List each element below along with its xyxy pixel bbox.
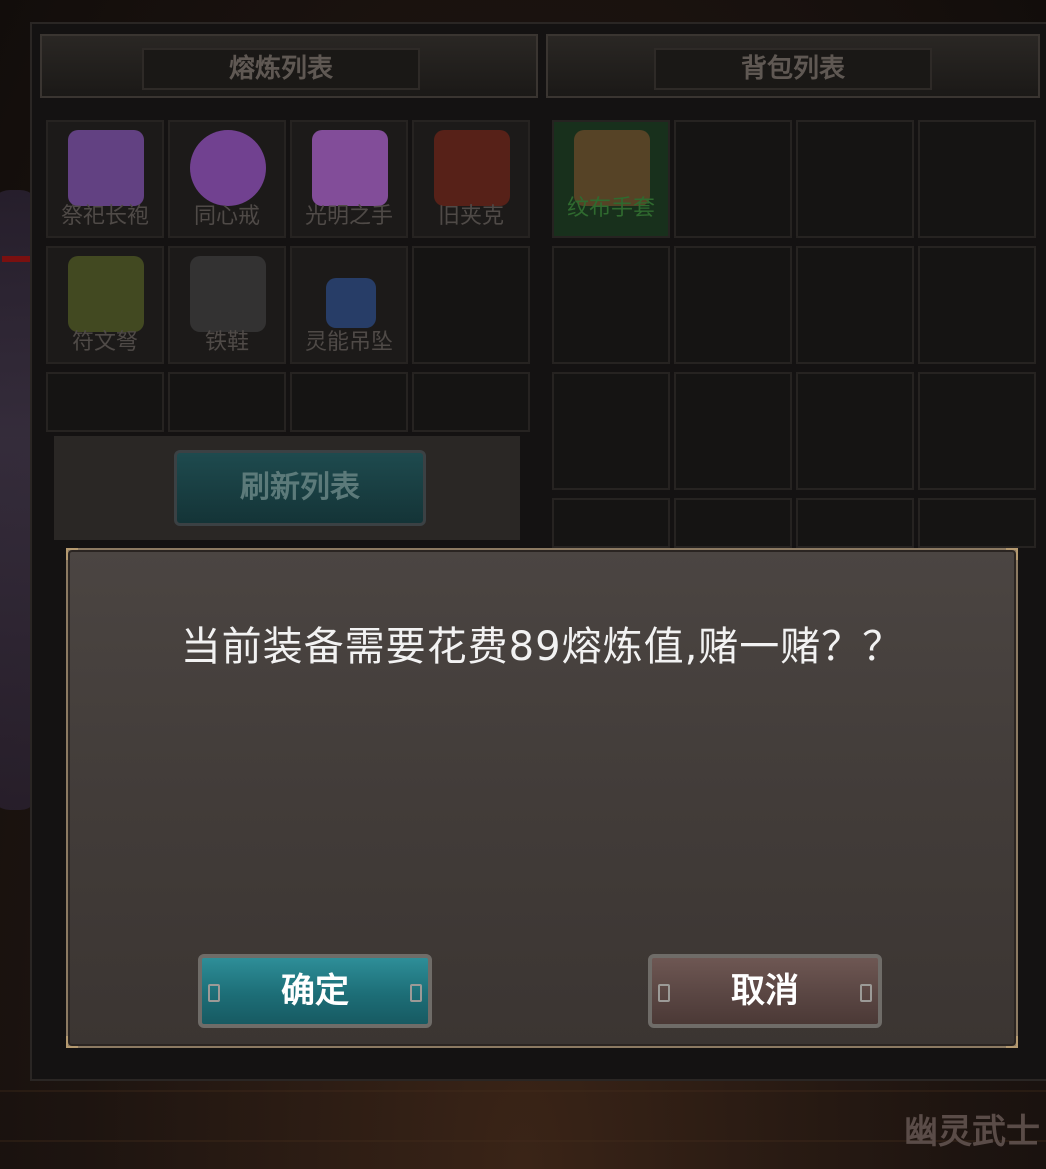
smelt-slot[interactable]: 旧夹克: [412, 120, 530, 238]
bag-slot-empty[interactable]: [796, 246, 914, 364]
smelt-slot-empty[interactable]: [46, 372, 164, 432]
floor-line: [0, 1090, 1046, 1092]
character-health-bar: [2, 256, 30, 262]
pendant-icon: [326, 278, 376, 328]
tab-bag-list-label: 背包列表: [654, 48, 932, 90]
red-jacket-icon: [434, 130, 510, 206]
bag-slot-empty[interactable]: [918, 246, 1036, 364]
floor-line: [0, 1140, 1046, 1142]
bag-slot-empty[interactable]: [918, 498, 1036, 548]
refresh-area: 刷新列表: [54, 436, 520, 540]
iron-boots-icon: [190, 256, 266, 332]
cancel-button[interactable]: 取消: [648, 954, 882, 1028]
smelt-slot[interactable]: 铁鞋: [168, 246, 286, 364]
bag-slot-empty[interactable]: [674, 372, 792, 490]
dialog-corner-ornament: [66, 548, 78, 560]
bag-slot-empty[interactable]: [552, 498, 670, 548]
item-name: 符文弩: [71, 330, 138, 355]
bag-slot-empty[interactable]: [674, 246, 792, 364]
confirm-button-label: 确定: [281, 971, 349, 1011]
crossbow-icon: [68, 256, 144, 332]
tab-bag-list[interactable]: 背包列表: [546, 34, 1040, 98]
dialog-corner-ornament: [1006, 1036, 1018, 1048]
item-name: 旧夹克: [437, 204, 504, 229]
refresh-list-button[interactable]: 刷新列表: [174, 450, 426, 526]
smelt-slot[interactable]: 符文弩: [46, 246, 164, 364]
smelt-slot[interactable]: 光明之手: [290, 120, 408, 238]
confirm-dialog: 当前装备需要花费89熔炼值,赌一赌？？ 确定 取消: [66, 548, 1018, 1048]
bag-slot[interactable]: 纹布手套: [552, 120, 670, 238]
item-name: 灵能吊坠: [304, 330, 393, 355]
smelt-slot[interactable]: 祭祀长袍: [46, 120, 164, 238]
item-name: 铁鞋: [204, 330, 249, 355]
item-name: 祭祀长袍: [60, 204, 149, 229]
purple-ring-icon: [190, 130, 266, 206]
bag-slot-empty[interactable]: [552, 372, 670, 490]
purple-robe-icon: [68, 130, 144, 206]
bag-slot-empty[interactable]: [918, 120, 1036, 238]
bag-slot-empty[interactable]: [796, 498, 914, 548]
confirm-button[interactable]: 确定: [198, 954, 432, 1028]
item-name: 同心戒: [193, 204, 260, 229]
smelt-slot[interactable]: 同心戒: [168, 120, 286, 238]
dialog-corner-ornament: [1006, 548, 1018, 560]
smelt-slot-empty[interactable]: [168, 372, 286, 432]
smelt-slot-empty[interactable]: [290, 372, 408, 432]
smelt-slot-empty[interactable]: [412, 246, 530, 364]
tab-smelt-list[interactable]: 熔炼列表: [40, 34, 538, 98]
dialog-message: 当前装备需要花费89熔炼值,赌一赌？？: [180, 624, 904, 670]
purple-gloves-icon: [312, 130, 388, 206]
smelt-slot-empty[interactable]: [412, 372, 530, 432]
bag-slot-empty[interactable]: [796, 372, 914, 490]
bag-slot-empty[interactable]: [674, 498, 792, 548]
item-name: 纹布手套: [566, 196, 655, 221]
bag-slot-empty[interactable]: [796, 120, 914, 238]
button-ornament: [860, 984, 872, 1002]
dialog-corner-ornament: [66, 1036, 78, 1048]
button-ornament: [658, 984, 670, 1002]
tab-smelt-list-label: 熔炼列表: [142, 48, 420, 90]
button-ornament: [208, 984, 220, 1002]
smelt-slot[interactable]: 灵能吊坠: [290, 246, 408, 364]
bag-slot-empty[interactable]: [918, 372, 1036, 490]
character-name-watermark: 幽灵武士: [904, 1112, 1040, 1152]
bag-slot-empty[interactable]: [552, 246, 670, 364]
button-ornament: [410, 984, 422, 1002]
cancel-button-label: 取消: [731, 971, 799, 1011]
bag-slot-empty[interactable]: [674, 120, 792, 238]
item-name: 光明之手: [304, 204, 393, 229]
